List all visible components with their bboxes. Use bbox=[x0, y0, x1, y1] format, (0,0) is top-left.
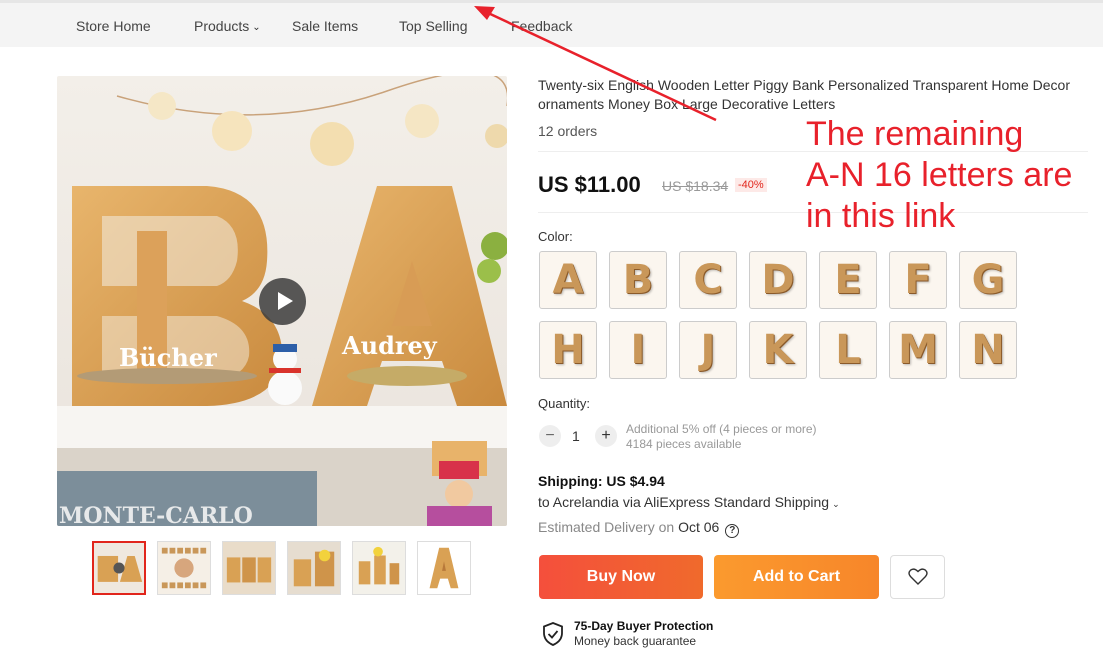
color-swatch-k[interactable]: K bbox=[749, 321, 807, 379]
swatch-letter: I bbox=[630, 327, 646, 373]
swatch-letter: C bbox=[693, 257, 723, 303]
store-nav-bar: Store Home Products ⌄ Sale Items Top Sell… bbox=[0, 0, 1103, 47]
color-swatch-j[interactable]: J bbox=[679, 321, 737, 379]
annotation-line: The remaining bbox=[806, 115, 1024, 153]
shipping-destination-selector[interactable]: to Acrelandia via AliExpress Standard Sh… bbox=[538, 494, 840, 510]
delivery-prefix: Estimated Delivery on bbox=[538, 519, 675, 535]
color-label: Color: bbox=[538, 229, 573, 244]
color-swatch-e[interactable]: E bbox=[819, 251, 877, 309]
swatch-letter: J bbox=[700, 327, 716, 373]
original-price: US $18.34 bbox=[662, 178, 729, 194]
swatch-letter: B bbox=[622, 257, 654, 303]
thumbnail-4[interactable] bbox=[287, 541, 341, 595]
color-swatch-d[interactable]: D bbox=[749, 251, 807, 309]
nav-top-selling[interactable]: Top Selling bbox=[399, 18, 468, 34]
nav-feedback[interactable]: Feedback bbox=[511, 18, 572, 34]
current-price: US $11.00 bbox=[538, 172, 641, 197]
order-count: 12 orders bbox=[538, 123, 598, 139]
image-text-monte-carlo: MONTE-CARLO bbox=[59, 503, 253, 526]
swatch-letter: G bbox=[971, 257, 1005, 303]
swatch-letter: L bbox=[835, 327, 861, 373]
main-product-image[interactable]: Bücher Audrey MONTE-CARLO bbox=[57, 76, 507, 526]
thumbnail-3[interactable] bbox=[222, 541, 276, 595]
question-icon[interactable]: ? bbox=[725, 524, 740, 538]
quantity-increase-button[interactable]: + bbox=[595, 425, 617, 447]
swatch-letter: H bbox=[551, 327, 585, 373]
product-title: Twenty-six English Wooden Letter Piggy B… bbox=[538, 77, 1071, 112]
annotation-line: A-N 16 letters are bbox=[806, 156, 1073, 194]
color-swatch-l[interactable]: L bbox=[819, 321, 877, 379]
quantity-decrease-button[interactable]: − bbox=[539, 425, 561, 447]
quantity-label: Quantity: bbox=[538, 396, 591, 411]
color-swatch-f[interactable]: F bbox=[889, 251, 947, 309]
delivery-date: Oct 06 bbox=[678, 519, 720, 535]
annotation-note: The remaining A-N 16 letters are in this… bbox=[806, 114, 1072, 237]
thumbnail-6[interactable] bbox=[417, 541, 471, 595]
nav-products-label: Products bbox=[194, 18, 250, 34]
shield-check-icon bbox=[543, 622, 563, 646]
swatch-letter: A bbox=[552, 257, 584, 303]
buyer-protection-title: 75-Day Buyer Protection bbox=[574, 619, 714, 633]
add-to-cart-button[interactable]: Add to Cart bbox=[714, 555, 879, 599]
color-swatch-a[interactable]: A bbox=[539, 251, 597, 309]
discount-badge: -40% bbox=[735, 178, 767, 192]
buyer-protection-subtitle: Money back guarantee bbox=[574, 634, 697, 648]
nav-sale-items[interactable]: Sale Items bbox=[292, 18, 358, 34]
color-swatch-h[interactable]: H bbox=[539, 321, 597, 379]
quantity-value[interactable]: 1 bbox=[572, 428, 580, 444]
shipping-destination-text: to Acrelandia via AliExpress Standard Sh… bbox=[538, 494, 830, 510]
buy-now-button[interactable]: Buy Now bbox=[539, 555, 703, 599]
heart-icon bbox=[907, 568, 928, 585]
swatch-letter: F bbox=[904, 257, 932, 303]
image-text-bucher: Bücher bbox=[119, 343, 217, 372]
nav-store-home[interactable]: Store Home bbox=[76, 18, 151, 34]
thumbnail-5[interactable] bbox=[352, 541, 406, 595]
estimated-delivery: Estimated Delivery on Oct 06? bbox=[538, 519, 740, 538]
play-video-button[interactable] bbox=[259, 278, 306, 325]
color-swatch-b[interactable]: B bbox=[609, 251, 667, 309]
chevron-down-icon: ⌄ bbox=[252, 21, 261, 33]
color-swatch-g[interactable]: G bbox=[959, 251, 1017, 309]
swatch-letter: E bbox=[834, 257, 862, 303]
annotation-line: in this link bbox=[806, 197, 956, 235]
quantity-discount-note: Additional 5% off (4 pieces or more) bbox=[626, 422, 817, 436]
swatch-letter: K bbox=[762, 327, 794, 373]
wishlist-button[interactable] bbox=[890, 555, 945, 599]
color-swatch-i[interactable]: I bbox=[609, 321, 667, 379]
nav-products[interactable]: Products ⌄ bbox=[194, 18, 261, 34]
color-swatch-m[interactable]: M bbox=[889, 321, 947, 379]
swatch-letter: N bbox=[971, 327, 1005, 373]
quantity-info: Additional 5% off (4 pieces or more) 418… bbox=[626, 422, 817, 452]
chevron-down-icon: ⌄ bbox=[832, 499, 840, 509]
color-swatch-n[interactable]: N bbox=[959, 321, 1017, 379]
image-text-audrey: Audrey bbox=[341, 331, 438, 360]
color-swatch-c[interactable]: C bbox=[679, 251, 737, 309]
stock-available: 4184 pieces available bbox=[626, 437, 742, 451]
thumbnail-1[interactable] bbox=[92, 541, 146, 595]
swatch-letter: D bbox=[761, 257, 795, 303]
swatch-letter: M bbox=[898, 327, 938, 373]
thumbnail-2[interactable] bbox=[157, 541, 211, 595]
shipping-price: Shipping: US $4.94 bbox=[538, 473, 665, 489]
